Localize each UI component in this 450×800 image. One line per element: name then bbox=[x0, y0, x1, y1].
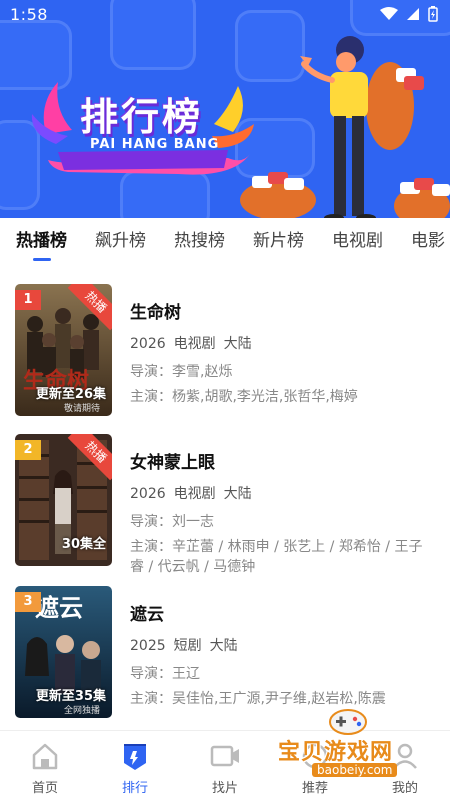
wifi-icon bbox=[380, 7, 398, 20]
item-title[interactable]: 遮云 bbox=[130, 600, 430, 625]
episode-status: 更新至26集 bbox=[35, 387, 106, 402]
rank-badge: 2 bbox=[15, 440, 41, 460]
home-icon bbox=[32, 743, 58, 770]
banner-subtitle: PAI HANG BANG bbox=[90, 137, 220, 152]
ranking-tabs: 热播榜 飙升榜 热搜榜 新片榜 电视剧 电影 bbox=[0, 218, 450, 264]
tab-hot-search[interactable]: 热搜榜 bbox=[174, 218, 225, 264]
ranking-icon bbox=[124, 744, 146, 770]
item-title[interactable]: 生命树 bbox=[130, 298, 430, 323]
item-genre: 电视剧 bbox=[173, 486, 216, 502]
episode-status: 30集全 bbox=[61, 537, 106, 552]
poster-caption: 敬请期待 bbox=[63, 404, 100, 414]
item-region: 大陆 bbox=[223, 336, 252, 352]
status-bar: 1:58 bbox=[0, 0, 450, 32]
item-year: 2026 bbox=[130, 486, 166, 502]
item-genre: 电视剧 bbox=[173, 336, 216, 352]
poster-image[interactable]: 2 热播 30集全 bbox=[15, 434, 112, 566]
watermark-url: baobeiy.com bbox=[312, 763, 398, 777]
item-genre: 短剧 bbox=[173, 638, 202, 654]
signal-icon bbox=[407, 8, 419, 20]
tab-hot-play[interactable]: 热播榜 bbox=[16, 218, 67, 264]
item-director: 导演：刘一志 bbox=[130, 514, 214, 530]
ranking-banner: 1:58 排行榜 PAI HANG BANG bbox=[0, 0, 450, 218]
item-cast: 主演：辛芷蕾 / 林雨申 / 张艺上 / 郑希怡 / 王子睿 / 代云帆 / 马… bbox=[130, 539, 423, 575]
poster-image[interactable]: 遮云 3 更新至35集 全网独播 bbox=[15, 586, 112, 718]
nav-ranking[interactable]: 排行 bbox=[90, 731, 180, 800]
item-year: 2026 bbox=[130, 336, 166, 352]
item-region: 大陆 bbox=[209, 638, 238, 654]
tab-tv-series[interactable]: 电视剧 bbox=[332, 218, 383, 264]
rank-badge: 1 bbox=[15, 290, 41, 310]
nav-find[interactable]: 找片 bbox=[180, 731, 270, 800]
tab-rising[interactable]: 飙升榜 bbox=[95, 218, 146, 264]
item-director: 导演：李雪,赵烁 bbox=[130, 364, 233, 380]
item-title[interactable]: 女神蒙上眼 bbox=[130, 448, 430, 473]
site-watermark: 宝贝游戏网 baobeiy.com bbox=[272, 706, 432, 786]
item-meta: 2026 电视剧 大陆 bbox=[130, 483, 430, 503]
poster-image[interactable]: 生命树 1 热播 更新至26集 敬请期待 bbox=[15, 284, 112, 416]
ranking-logo: 排行榜 PAI HANG BANG bbox=[28, 74, 258, 184]
nav-find-label: 找片 bbox=[211, 781, 238, 796]
item-meta: 2026 电视剧 大陆 bbox=[130, 333, 430, 353]
rank-badge: 3 bbox=[15, 592, 41, 612]
banner-coin-bag-illustration bbox=[240, 172, 316, 218]
svg-text:遮云: 遮云 bbox=[35, 593, 83, 622]
gamepad-icon bbox=[329, 709, 367, 735]
video-camera-icon bbox=[210, 745, 239, 767]
tab-movie[interactable]: 电影 bbox=[411, 218, 445, 264]
item-meta: 2025 短剧 大陆 bbox=[130, 635, 430, 655]
nav-home[interactable]: 首页 bbox=[0, 731, 90, 800]
ranking-item[interactable]: 2 热播 30集全 女神蒙上眼 2026 电视剧 大陆 导演：刘一志 主演：辛芷蕾 … bbox=[0, 420, 450, 575]
episode-status: 更新至35集 bbox=[35, 689, 106, 704]
status-time: 1:58 bbox=[10, 5, 48, 24]
item-director: 导演：王辽 bbox=[130, 666, 200, 682]
item-year: 2025 bbox=[130, 638, 166, 654]
banner-title: 排行榜 bbox=[80, 95, 204, 139]
item-region: 大陆 bbox=[223, 486, 252, 502]
ranking-item[interactable]: 生命树 1 热播 更新至26集 敬请期待 生命树 2026 电视剧 大陆 导演：李雪… bbox=[0, 270, 450, 416]
watermark-text: 宝贝游戏网 bbox=[278, 740, 394, 765]
ranking-item[interactable]: 遮云 3 更新至35集 全网独播 遮云 2025 短剧 大陆 导演：王辽 主演：吴佳… bbox=[0, 572, 450, 718]
nav-ranking-label: 排行 bbox=[121, 781, 148, 796]
tab-new-release[interactable]: 新片榜 bbox=[253, 218, 304, 264]
item-cast: 主演：杨紫,胡歌,李光洁,张哲华,梅婷 bbox=[130, 389, 358, 405]
battery-charging-icon bbox=[428, 6, 438, 22]
poster-caption: 全网独播 bbox=[63, 706, 100, 716]
nav-home-label: 首页 bbox=[31, 781, 58, 796]
